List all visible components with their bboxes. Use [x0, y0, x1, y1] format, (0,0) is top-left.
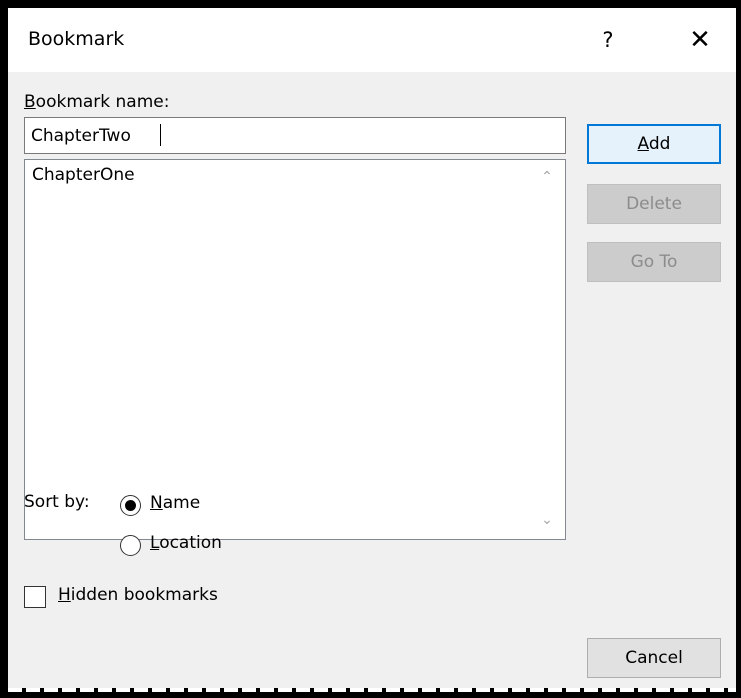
bookmark-dialog: Bookmark ? ✕ Bookmark name: ChapterOne ⌃… [8, 8, 736, 688]
list-item[interactable]: ChapterOne [32, 165, 135, 185]
text-caret [160, 124, 161, 146]
sort-by-label: Sort by: [24, 492, 90, 512]
bookmark-list[interactable]: ChapterOne ⌃ ⌄ [24, 159, 566, 540]
dialog-title: Bookmark [28, 28, 125, 50]
chevron-down-icon[interactable]: ⌄ [536, 511, 558, 529]
dialog-body: Bookmark name: ChapterOne ⌃ ⌄ Add Delete… [8, 72, 736, 688]
delete-button[interactable]: Delete [587, 184, 721, 224]
chevron-up-icon[interactable]: ⌃ [536, 168, 558, 186]
sort-location-label[interactable]: Location [150, 533, 222, 553]
background-strip [8, 688, 736, 692]
sort-name-radio[interactable] [120, 495, 141, 516]
sort-name-label[interactable]: Name [150, 493, 200, 513]
cancel-button[interactable]: Cancel [587, 638, 721, 678]
bookmark-name-input[interactable] [24, 117, 566, 154]
radio-selected-dot [125, 500, 136, 511]
title-bar: Bookmark ? ✕ [8, 8, 736, 72]
sort-location-radio[interactable] [120, 535, 141, 556]
add-button[interactable]: Add [587, 124, 721, 164]
hidden-bookmarks-checkbox[interactable] [24, 586, 46, 608]
goto-button[interactable]: Go To [587, 242, 721, 282]
help-icon[interactable]: ? [590, 22, 626, 58]
close-icon[interactable]: ✕ [680, 22, 720, 58]
bookmark-name-label: Bookmark name: [24, 92, 170, 112]
hidden-bookmarks-label[interactable]: Hidden bookmarks [58, 585, 218, 605]
